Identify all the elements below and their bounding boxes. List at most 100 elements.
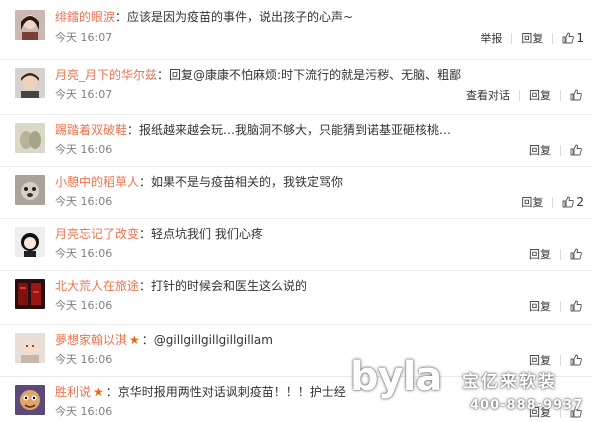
avatar-dog-icon[interactable] (15, 175, 45, 205)
avatar-woman-icon[interactable] (15, 10, 45, 40)
comment-timestamp: 今天 16:06 (55, 353, 113, 366)
comment-text: 月亮忘记了改变：轻点坑我们 我们心疼 (55, 225, 472, 243)
comment-separator: ： (127, 123, 140, 137)
reply-link[interactable]: 回复 (529, 352, 551, 368)
comment-item: 北大荒人在旅途：打针的时候会和医生这么说的今天 16:06 回复 (0, 270, 592, 313)
reply-link[interactable]: 回复 (521, 30, 543, 46)
comment-content: 打针的时候会和医生这么说的 (151, 279, 308, 293)
thumbs-up-icon (562, 196, 575, 208)
comment-timestamp: 今天 16:06 (55, 247, 113, 260)
comment-actions: 查看对话 回复 (466, 87, 584, 103)
avatar-baby-icon[interactable] (15, 333, 45, 363)
avatar-girl-icon-image (15, 227, 45, 257)
comment-actions: 回复 (529, 246, 584, 262)
vip-star-icon: ★ (129, 333, 140, 347)
comment-text: 胜利说 ★ ：京华时报用两性对话讽刺疫苗！！！护士经 (55, 383, 472, 401)
comment-item: 踢踏着双破鞋：报纸越来越会玩…我脑洞不够大，只能猜到诺基亚砸核桃… 今天 16:0… (0, 114, 592, 157)
comment-separator: ： (115, 10, 128, 24)
thumbs-up-icon (570, 300, 582, 312)
reply-link[interactable]: 回复 (529, 404, 551, 420)
like-button[interactable]: 2 (562, 195, 584, 209)
comment-item: 月亮忘记了改变：轻点坑我们 我们心疼今天 16:06 回复 (0, 218, 592, 261)
comment-text: 夢想家翰以淇 ★ ：@gillgillgillgillgillam (55, 331, 472, 349)
comment-username[interactable]: 北大荒人在旅途 (55, 279, 139, 293)
like-button[interactable]: 1 (562, 31, 584, 45)
avatar-dog-icon-image (15, 175, 45, 205)
comment-actions: 回复 (529, 352, 584, 368)
comment-username[interactable]: 胜利说 (55, 385, 91, 399)
comment-item: 胜利说 ★ ：京华时报用两性对话讽刺疫苗！！！护士经今天 16:06 回复 (0, 376, 592, 419)
comment-item: 月亮_月下的华尔兹：回复@康康不怕麻烦:时下流行的就是污秽、无脑、粗鄙今天 16… (0, 59, 592, 102)
avatar-cartoon-icon[interactable] (15, 385, 45, 415)
vip-star-icon: ★ (93, 385, 104, 399)
thumbs-up-icon (570, 89, 582, 101)
comment-username[interactable]: 绯鐳的眼淚 (55, 10, 115, 24)
avatar-red-text-icon[interactable] (15, 279, 45, 309)
avatar-shoes-icon[interactable] (15, 123, 45, 153)
comment-timestamp: 今天 16:06 (55, 143, 113, 156)
action-divider (560, 248, 561, 260)
avatar-shoes-icon-image (15, 123, 45, 153)
comment-separator: ： (141, 333, 154, 347)
thumbs-up-icon (570, 248, 582, 260)
view-conversation-link[interactable]: 查看对话 (466, 87, 510, 103)
action-divider (560, 89, 561, 101)
like-button[interactable] (570, 89, 584, 101)
reply-link[interactable]: 回复 (521, 194, 543, 210)
reply-link[interactable]: 回复 (529, 142, 551, 158)
comment-username[interactable]: 月亮_月下的华尔兹 (55, 68, 157, 82)
comment-item: 夢想家翰以淇 ★ ：@gillgillgillgillgillam 今天 16:06 回… (0, 324, 592, 367)
thumbs-up-icon (570, 144, 582, 156)
reply-link[interactable]: 回复 (529, 246, 551, 262)
comment-content: 轻点坑我们 我们心疼 (151, 227, 263, 241)
comment-content: @gillgillgillgillgillam (153, 333, 273, 347)
comment-actions: 回复 (529, 298, 584, 314)
action-divider (519, 89, 520, 101)
comment-username[interactable]: 月亮忘记了改变 (55, 227, 139, 241)
like-count: 1 (576, 31, 584, 45)
action-divider (560, 144, 561, 156)
comment-timestamp: 今天 16:06 (55, 299, 113, 312)
comment-separator: ： (139, 279, 152, 293)
comment-text: 绯鐳的眼淚：应该是因为疫苗的事件，说出孩子的心声~ (55, 8, 472, 26)
comment-content: 如果不是与疫苗相关的，我铁定骂你 (151, 175, 344, 189)
report-link[interactable]: 举报 (480, 30, 502, 46)
avatar-man-icon[interactable] (15, 68, 45, 98)
reply-link[interactable]: 回复 (529, 87, 551, 103)
action-divider (511, 32, 513, 44)
comment-item: 小憩中的稻草人：如果不是与疫苗相关的，我铁定骂你今天 16:06 回复 2 (0, 166, 592, 209)
comment-actions: 回复 (529, 142, 584, 158)
avatar-girl-icon[interactable] (15, 227, 45, 257)
comment-username[interactable]: 小憩中的稻草人 (55, 175, 139, 189)
thumbs-up-icon (562, 32, 575, 44)
like-button[interactable] (570, 144, 584, 156)
like-button[interactable] (570, 248, 584, 260)
comment-timestamp: 今天 16:07 (55, 88, 113, 101)
like-button[interactable] (570, 354, 584, 366)
reply-link[interactable]: 回复 (529, 298, 551, 314)
avatar-cartoon-icon-image (15, 385, 45, 415)
action-divider (560, 300, 561, 312)
like-count: 2 (576, 195, 584, 209)
action-divider (552, 32, 554, 44)
comment-username[interactable]: 夢想家翰以淇 (55, 333, 127, 347)
action-divider (560, 406, 561, 418)
like-button[interactable] (570, 300, 584, 312)
comment-separator: ： (157, 68, 170, 82)
comment-text: 踢踏着双破鞋：报纸越来越会玩…我脑洞不够大，只能猜到诺基亚砸核桃… (55, 121, 472, 139)
comment-username[interactable]: 踢踏着双破鞋 (55, 123, 127, 137)
action-divider (552, 196, 554, 208)
action-divider (560, 354, 561, 366)
comment-actions: 回复 (529, 404, 584, 420)
comment-actions: 回复 2 (521, 194, 584, 210)
comment-timestamp: 今天 16:06 (55, 405, 113, 418)
comment-timestamp: 今天 16:06 (55, 195, 113, 208)
comment-text: 北大荒人在旅途：打针的时候会和医生这么说的 (55, 277, 472, 295)
thumbs-up-icon (570, 354, 582, 366)
like-button[interactable] (570, 406, 584, 418)
comment-content: 应该是因为疫苗的事件，说出孩子的心声~ (127, 10, 354, 24)
comment-text: 小憩中的稻草人：如果不是与疫苗相关的，我铁定骂你 (55, 173, 472, 191)
comment-timestamp: 今天 16:07 (55, 31, 113, 44)
comment-content: 回复@康康不怕麻烦:时下流行的就是污秽、无脑、粗鄙 (169, 68, 462, 82)
avatar-man-icon-image (15, 68, 45, 98)
